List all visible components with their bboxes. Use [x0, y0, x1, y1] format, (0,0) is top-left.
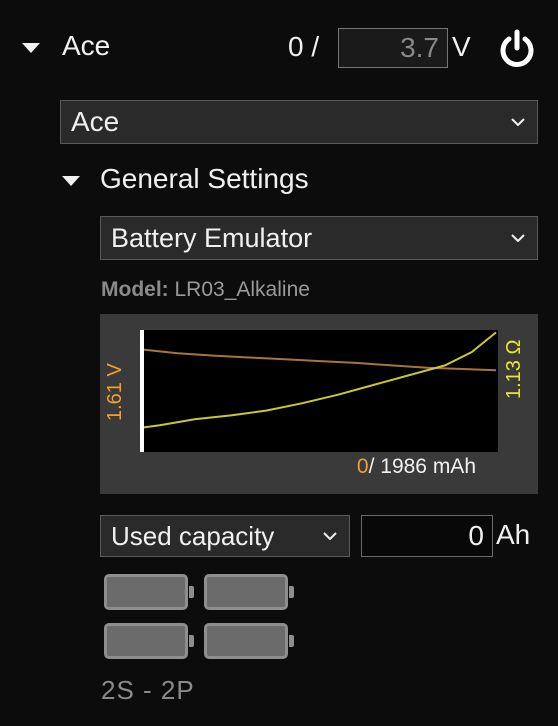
power-button[interactable] — [495, 28, 539, 70]
voltage-axis-label: 1.61 V — [104, 363, 126, 421]
capacity-current: 0 — [356, 455, 369, 478]
chart-panel: 1.61 V 1.13 Ω 0/ 1986 mAh — [100, 314, 538, 494]
mode-select[interactable]: Battery Emulator — [100, 216, 538, 260]
channel-count: 0 / — [288, 31, 320, 62]
battery-cells — [104, 574, 304, 664]
profile-select[interactable]: Ace — [60, 100, 538, 144]
capacity-unit: Ah — [496, 519, 531, 550]
voltage-value: 3.7 — [400, 32, 439, 63]
power-icon — [500, 29, 534, 67]
capacity-mode-value: Used capacity — [111, 520, 275, 551]
mode-select-value: Battery Emulator — [111, 222, 313, 253]
profile-select-value: Ace — [71, 106, 120, 137]
chevron-down-icon — [323, 532, 337, 540]
cell-configuration: 2S - 2P — [101, 675, 195, 705]
discharge-plot — [140, 330, 498, 452]
capacity-input[interactable]: 0 — [361, 515, 493, 557]
general-settings-title: General Settings — [100, 163, 309, 194]
battery-icon — [104, 574, 194, 610]
capacity-total: / 1986 mAh — [368, 455, 476, 478]
model-value: LR03_Alkaline — [174, 278, 310, 301]
battery-icon — [204, 623, 294, 659]
capacity-readout: 0/ 1986 mAh — [357, 455, 476, 479]
general-settings-toggle-icon[interactable] — [62, 176, 80, 186]
model-line: Model: LR03_Alkaline — [101, 278, 310, 302]
voltage-unit: V — [452, 31, 471, 62]
battery-icon — [204, 574, 294, 610]
chevron-down-icon — [511, 118, 525, 126]
battery-icon — [104, 623, 194, 659]
voltage-input[interactable]: 3.7 — [338, 28, 448, 68]
device-name: Ace — [62, 30, 111, 61]
resistance-axis-label: 1.13 Ω — [503, 339, 525, 399]
collapse-toggle-icon[interactable] — [22, 43, 40, 53]
capacity-mode-select[interactable]: Used capacity — [100, 515, 350, 557]
plot-background — [140, 330, 498, 452]
model-label: Model: — [101, 278, 169, 301]
capacity-value: 0 — [468, 520, 484, 551]
chevron-down-icon — [511, 234, 525, 242]
